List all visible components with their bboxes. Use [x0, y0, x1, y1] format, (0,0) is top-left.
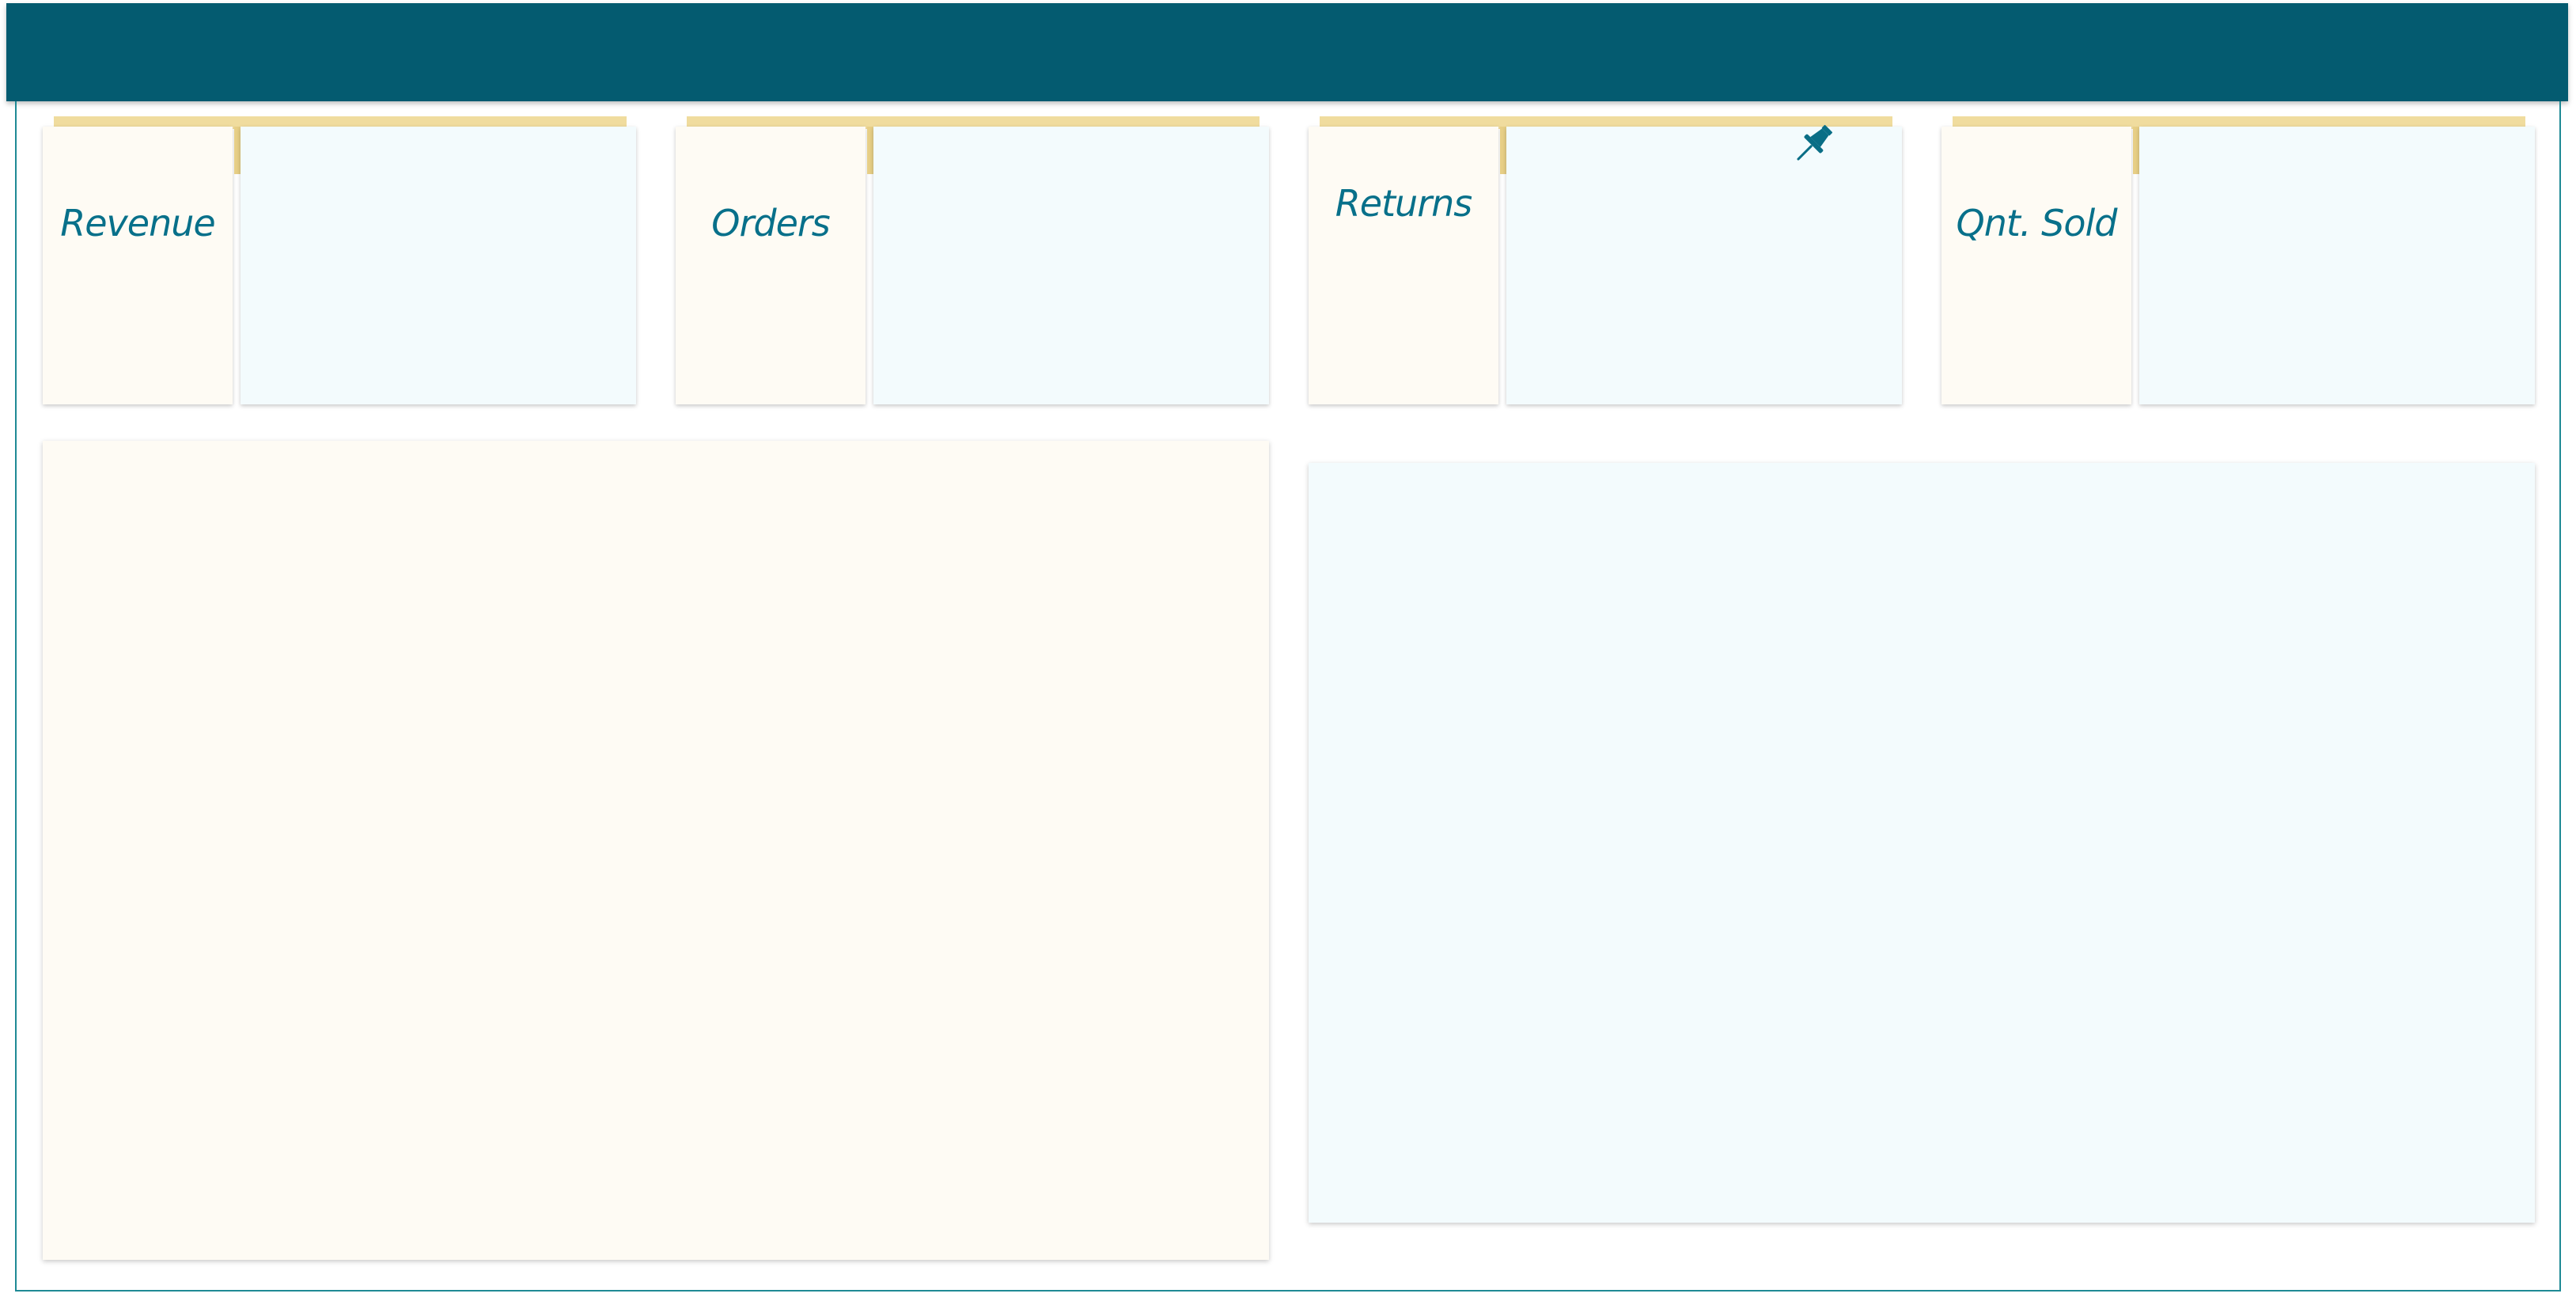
kpi-returns-label: Returns — [1335, 182, 1473, 225]
kpi-returns-value-card[interactable] — [1506, 127, 1902, 404]
kpi-qnt-sold-value-card[interactable] — [2139, 127, 2535, 404]
header-bar — [6, 3, 2568, 101]
pushpin-icon[interactable] — [1785, 117, 1840, 173]
kpi-qnt-sold-label-card: Qnt. Sold — [1941, 127, 2139, 404]
kpi-qnt-sold-accent — [2133, 127, 2139, 174]
kpi-revenue-accent — [234, 127, 241, 174]
kpi-orders-value-card[interactable] — [873, 127, 1269, 404]
kpi-orders-accent — [867, 127, 873, 174]
kpi-orders-label: Orders — [711, 202, 831, 245]
main-panel-left[interactable] — [43, 441, 1269, 1260]
kpi-revenue-label: Revenue — [60, 202, 215, 245]
kpi-revenue-value-card[interactable] — [241, 127, 636, 404]
main-panel-right[interactable] — [1309, 463, 2535, 1223]
kpi-returns-label-card: Returns — [1309, 127, 1506, 404]
kpi-returns-accent — [1500, 127, 1506, 174]
kpi-revenue-label-card: Revenue — [43, 127, 241, 404]
kpi-orders-label-card: Orders — [676, 127, 873, 404]
kpi-qnt-sold-label: Qnt. Sold — [1956, 202, 2118, 245]
